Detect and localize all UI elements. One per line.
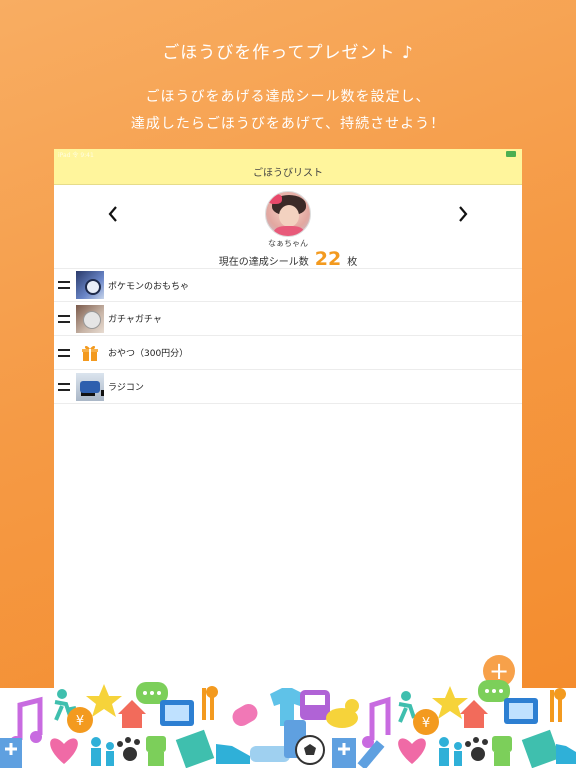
robot-icon — [492, 736, 512, 766]
sticker-count-label: 現在の達成シール数 — [218, 257, 309, 268]
device-screen: iPad 令 9:41 ごほうびリスト なぁちゃん 現在の達成シール数 22 枚 — [54, 149, 522, 709]
reward-item-gacha[interactable]: ガチャガチャ — [54, 302, 522, 336]
gacha-capsule-photo — [76, 304, 104, 333]
reward-item-snack[interactable]: おやつ（300円分） — [54, 336, 522, 370]
promo-line-1: ごほうびをあげる達成シール数を設定し、 — [145, 89, 431, 105]
chevron-right-icon — [459, 206, 468, 222]
reward-item-rc[interactable]: ラジコン — [54, 370, 522, 404]
rc-car-photo — [76, 372, 104, 401]
hospital-icon — [0, 738, 22, 768]
drag-handle-icon[interactable] — [58, 314, 70, 323]
promo-title: ごほうびを作ってプレゼント ♪ — [162, 43, 414, 63]
drag-handle-icon[interactable] — [58, 348, 70, 357]
svg-text:¥: ¥ — [76, 714, 84, 729]
pokemon-toy-photo — [76, 271, 104, 299]
drag-handle-icon[interactable] — [58, 281, 70, 289]
yen-coin-icon: ¥ — [413, 709, 439, 735]
reward-item-pokemon[interactable]: ポケモンのおもちゃ — [54, 268, 522, 302]
status-left: iPad 令 9:41 — [58, 152, 94, 159]
svg-text:¥: ¥ — [422, 716, 430, 731]
tv-icon — [160, 700, 194, 726]
previous-child-button[interactable] — [102, 203, 124, 225]
reward-label: ラジコン — [108, 383, 144, 393]
robot-icon — [146, 736, 166, 766]
reward-label: ポケモンのおもちゃ — [108, 281, 190, 292]
chevron-left-icon — [108, 206, 117, 222]
reward-label: ガチャガチャ — [108, 315, 162, 325]
avatar[interactable] — [265, 191, 311, 237]
battery-icon — [506, 151, 516, 157]
sticker-count-unit: 枚 — [347, 257, 358, 268]
soccer-ball-icon — [295, 735, 325, 765]
reward-list: ポケモンのおもちゃ ガチャガチャ おやつ（300円分） ラジコン — [54, 268, 522, 404]
reward-label: おやつ（300円分） — [108, 349, 189, 359]
gift-icon — [76, 339, 104, 367]
train-icon — [300, 690, 330, 720]
sticker-count: 現在の達成シール数 22 枚 — [54, 248, 522, 270]
nav-bar: ごほうびリスト — [54, 159, 522, 185]
promo-line-2: 達成したらごほうびをあげて、持続させよう！ — [130, 116, 446, 132]
status-bar: iPad 令 9:41 — [54, 149, 522, 159]
sticker-count-value: 22 — [314, 248, 342, 270]
nav-title: ごほうびリスト — [253, 168, 323, 179]
hospital-icon — [332, 738, 356, 768]
yen-coin-icon: ¥ — [67, 707, 93, 733]
child-profile: なぁちゃん 現在の達成シール数 22 枚 — [54, 185, 522, 270]
next-child-button[interactable] — [452, 203, 474, 225]
drag-handle-icon[interactable] — [58, 382, 70, 391]
tv-icon — [504, 698, 538, 724]
decorative-icon-border: ¥ ¥ — [0, 680, 576, 768]
